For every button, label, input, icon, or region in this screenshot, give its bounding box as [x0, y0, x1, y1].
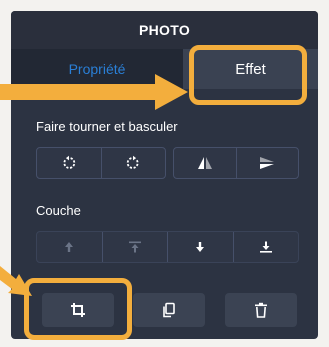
send-backward-button[interactable]	[167, 232, 233, 262]
bring-to-front-button[interactable]	[101, 232, 168, 262]
tab-bar: Propriété Effet	[11, 49, 318, 89]
panel-title: PHOTO	[11, 11, 318, 49]
duplicate-icon	[163, 302, 175, 318]
trash-icon	[255, 302, 267, 318]
bring-to-front-icon	[128, 241, 141, 253]
rotate-clockwise-icon	[127, 155, 139, 169]
flip-vertical-button[interactable]	[235, 148, 299, 178]
photo-panel: PHOTO Propriété Effet Faire tourner et b…	[11, 11, 318, 339]
flip-horizontal-button[interactable]	[174, 148, 236, 178]
send-to-back-icon	[259, 241, 272, 253]
tab-effet[interactable]: Effet	[183, 49, 318, 89]
delete-button[interactable]	[225, 293, 297, 327]
tab-propriete[interactable]: Propriété	[11, 49, 183, 89]
crop-button[interactable]	[42, 293, 114, 327]
rotate-right-button[interactable]	[100, 148, 166, 178]
rotate-left-button[interactable]	[37, 148, 101, 178]
crop-icon	[71, 303, 85, 317]
flip-vertical-icon	[260, 157, 275, 169]
duplicate-button[interactable]	[133, 293, 205, 327]
bring-forward-icon	[65, 242, 74, 252]
flip-horizontal-icon	[197, 157, 212, 169]
section-label-rotate-flip: Faire tourner et basculer	[36, 119, 178, 134]
rotate-button-group	[36, 147, 166, 179]
section-label-layer: Couche	[36, 203, 81, 218]
send-backward-icon	[196, 242, 205, 252]
flip-button-group	[173, 147, 299, 179]
layer-button-group	[36, 231, 299, 263]
rotate-counterclockwise-icon	[63, 155, 75, 169]
send-to-back-button[interactable]	[232, 232, 299, 262]
bring-forward-button[interactable]	[37, 232, 102, 262]
